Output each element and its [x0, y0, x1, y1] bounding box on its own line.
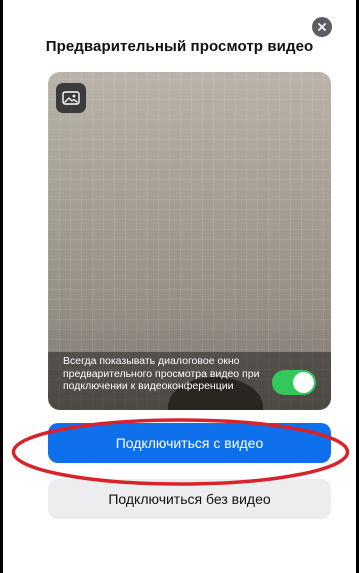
always-show-preview-row: Всегда показывать диалоговое окно предва…	[48, 352, 331, 410]
close-icon	[318, 23, 326, 31]
close-button[interactable]	[312, 17, 332, 37]
video-preview-dialog: Предварительный просмотр видео Всегда по…	[3, 0, 356, 573]
always-show-preview-label: Всегда показывать диалоговое окно предва…	[63, 355, 260, 392]
toggle-knob	[293, 372, 314, 393]
screen: Предварительный просмотр видео Всегда по…	[0, 0, 359, 573]
video-preview: Всегда показывать диалоговое окно предва…	[48, 72, 331, 410]
dialog-title: Предварительный просмотр видео	[45, 38, 314, 55]
join-without-video-button[interactable]: Подключиться без видео	[48, 479, 331, 519]
virtual-background-button[interactable]	[56, 83, 86, 113]
join-with-video-button[interactable]: Подключиться с видео	[48, 423, 331, 463]
always-show-preview-toggle[interactable]	[272, 370, 316, 395]
image-icon	[62, 91, 80, 105]
